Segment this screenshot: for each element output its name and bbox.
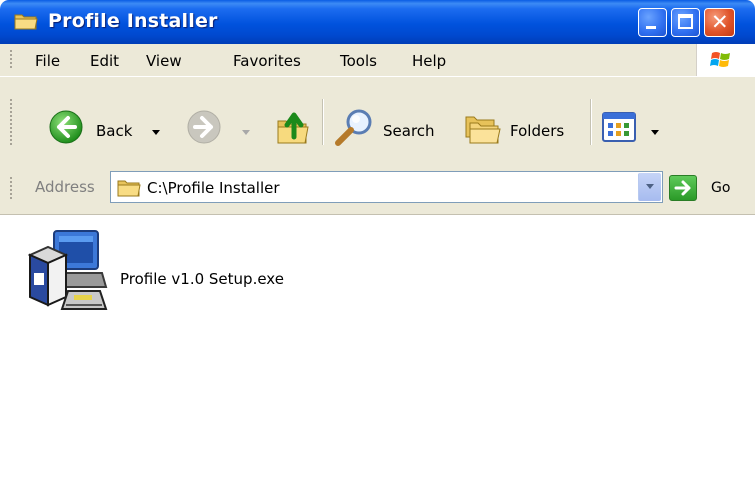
close-icon: ✕	[711, 10, 729, 34]
address-label: Address	[35, 178, 95, 196]
search-button-label[interactable]: Search	[383, 122, 435, 140]
toolbar-row: Back Search Folders	[0, 77, 755, 168]
go-button[interactable]	[669, 175, 697, 201]
forward-dropdown-icon[interactable]	[242, 130, 250, 135]
folders-icon[interactable]	[460, 107, 504, 147]
folder-icon	[14, 14, 38, 30]
address-field[interactable]: C:\Profile Installer	[110, 171, 663, 203]
toolbar-separator	[322, 99, 324, 145]
menu-view[interactable]: View	[146, 52, 182, 70]
file-item[interactable]: Profile v1.0 Setup.exe	[20, 225, 340, 315]
back-button-label[interactable]: Back	[96, 122, 132, 140]
address-grip[interactable]	[10, 177, 12, 201]
folder-icon	[117, 180, 141, 197]
back-dropdown-icon[interactable]	[152, 130, 160, 135]
views-dropdown-icon[interactable]	[651, 130, 659, 135]
minimize-button[interactable]	[638, 8, 667, 37]
file-name[interactable]: Profile v1.0 Setup.exe	[120, 270, 284, 288]
close-button[interactable]: ✕	[704, 8, 735, 37]
address-dropdown-button[interactable]	[638, 173, 661, 201]
menu-bar: File Edit View Favorites Tools Help	[0, 44, 755, 77]
menu-grip[interactable]	[10, 50, 12, 70]
maximize-icon	[678, 14, 693, 29]
menu-edit[interactable]: Edit	[90, 52, 119, 70]
chevron-down-icon	[646, 184, 654, 189]
forward-arrow-icon[interactable]	[186, 109, 222, 145]
views-icon[interactable]	[602, 112, 646, 142]
file-list-area[interactable]: Profile v1.0 Setup.exe	[0, 215, 755, 500]
back-arrow-icon[interactable]	[48, 109, 84, 145]
go-arrow-icon	[674, 180, 691, 196]
up-folder-icon[interactable]	[272, 107, 312, 147]
address-path[interactable]: C:\Profile Installer	[147, 179, 280, 197]
folders-button-label[interactable]: Folders	[510, 122, 564, 140]
setup-installer-icon[interactable]	[28, 225, 108, 315]
explorer-window: Profile Installer ✕ File Edit View Favor…	[0, 0, 755, 500]
search-icon[interactable]	[333, 107, 377, 147]
menu-file[interactable]: File	[35, 52, 60, 70]
menu-tools[interactable]: Tools	[340, 52, 377, 70]
title-bar[interactable]: Profile Installer ✕	[0, 0, 755, 44]
standard-toolbar: Back Search Folders	[0, 77, 755, 168]
go-label[interactable]: Go	[711, 180, 730, 196]
menu-help[interactable]: Help	[412, 52, 446, 70]
maximize-button[interactable]	[671, 8, 700, 37]
menu-favorites[interactable]: Favorites	[233, 52, 301, 70]
toolbar-separator	[590, 99, 592, 145]
address-bar: Address C:\Profile Installer Go	[0, 167, 755, 215]
window-title: Profile Installer	[48, 10, 218, 32]
windows-logo-panel	[696, 44, 755, 76]
minimize-icon	[646, 26, 656, 29]
toolbar-grip[interactable]	[10, 99, 12, 145]
windows-logo-icon	[710, 52, 730, 67]
